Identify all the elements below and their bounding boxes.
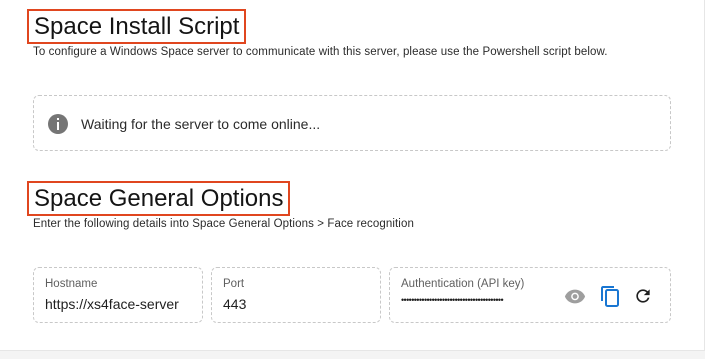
install-status-text: Waiting for the server to come online...: [81, 116, 321, 132]
general-options-title: Space General Options: [27, 181, 291, 216]
hostname-label: Hostname: [45, 278, 98, 290]
install-script-description: To configure a Windows Space server to c…: [33, 46, 608, 58]
port-label: Port: [223, 278, 245, 290]
hostname-field[interactable]: Hostname https://xs4face-server: [33, 267, 203, 323]
general-options-description: Enter the following details into Space G…: [33, 218, 414, 230]
install-script-title: Space Install Script: [27, 9, 247, 44]
api-key-label: Authentication (API key): [401, 278, 525, 290]
install-status-box: Waiting for the server to come online...: [33, 95, 671, 151]
eye-icon[interactable]: [562, 283, 588, 309]
port-field[interactable]: Port 443: [211, 267, 381, 323]
info-icon: [48, 114, 68, 134]
port-value[interactable]: 443: [223, 296, 246, 312]
api-key-field[interactable]: Authentication (API key) •••••••••••••••…: [389, 267, 671, 323]
api-key-masked-value[interactable]: ••••••••••••••••••••••••••••••••••••••••: [401, 295, 549, 307]
refresh-icon[interactable]: [630, 283, 656, 309]
hostname-value[interactable]: https://xs4face-server: [45, 296, 195, 312]
settings-panel: Space Install Script To configure a Wind…: [0, 0, 705, 351]
copy-icon[interactable]: [597, 283, 623, 309]
